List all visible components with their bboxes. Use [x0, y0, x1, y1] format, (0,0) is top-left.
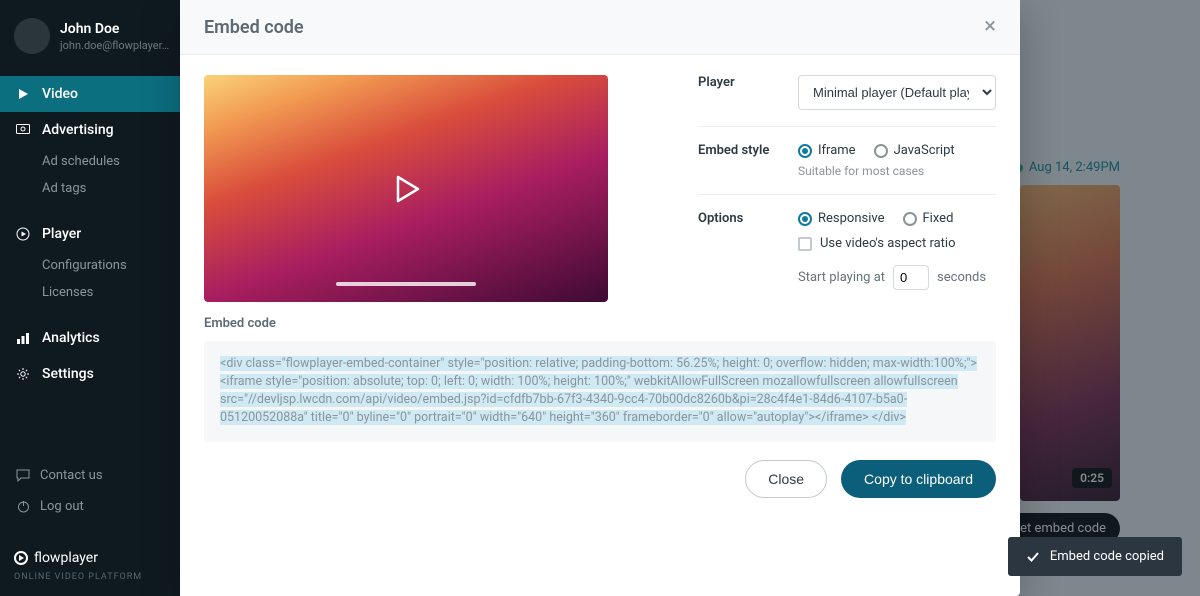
brand-play-icon	[14, 551, 28, 565]
avatar	[14, 18, 50, 54]
embed-code-textarea[interactable]: <div class="flowplayer-embed-container" …	[204, 341, 996, 442]
sidebar-item-player[interactable]: Player	[0, 216, 180, 252]
start-playing-seconds-input[interactable]	[893, 265, 929, 290]
play-icon	[14, 87, 32, 101]
player-label: Player	[698, 75, 798, 110]
close-icon[interactable]: ×	[984, 16, 996, 38]
close-button[interactable]: Close	[745, 460, 827, 498]
sidebar-item-ad-tags[interactable]: Ad tags	[0, 175, 180, 202]
power-icon	[14, 500, 32, 513]
sidebar-item-advertising[interactable]: Advertising	[0, 112, 180, 148]
embed-code-text: <div class="flowplayer-embed-container" …	[220, 356, 977, 425]
toast-notification: Embed code copied	[1008, 537, 1182, 576]
start-playing-pre-label: Start playing at	[798, 270, 885, 285]
radio-icon	[874, 144, 888, 158]
play-overlay-icon[interactable]	[382, 165, 430, 213]
modal-title: Embed code	[204, 17, 304, 38]
option-aspect-ratio-checkbox[interactable]: Use video's aspect ratio	[798, 236, 996, 251]
embed-style-javascript-radio[interactable]: JavaScript	[874, 143, 955, 158]
gear-icon	[14, 367, 32, 381]
radio-label: Fixed	[923, 211, 954, 226]
profile-name: John Doe	[60, 21, 169, 37]
brand-name: flowplayer	[34, 550, 98, 566]
embed-style-hint: Suitable for most cases	[798, 164, 996, 178]
sidebar-item-label: Advertising	[42, 122, 114, 138]
radio-icon	[903, 212, 917, 226]
progress-bar[interactable]	[336, 282, 476, 286]
brand-tagline: ONLINE VIDEO PLATFORM	[14, 572, 166, 582]
sidebar-item-label: Contact us	[40, 468, 103, 483]
chat-icon	[14, 469, 32, 482]
sidebar-item-logout[interactable]: Log out	[14, 491, 166, 522]
radio-icon	[798, 144, 812, 158]
player-icon	[14, 227, 32, 241]
brand-logo: flowplayer	[14, 550, 166, 566]
sidebar-item-configurations[interactable]: Configurations	[0, 252, 180, 279]
sidebar-item-label: Analytics	[42, 330, 100, 346]
sidebar: John Doe john.doe@flowplayer… Video Adve…	[0, 0, 180, 596]
profile-block[interactable]: John Doe john.doe@flowplayer…	[0, 0, 180, 76]
embed-style-label: Embed style	[698, 143, 798, 178]
sidebar-item-label: Settings	[42, 366, 94, 382]
money-icon	[14, 124, 32, 136]
sidebar-item-analytics[interactable]: Analytics	[0, 320, 180, 356]
radio-icon	[798, 212, 812, 226]
radio-label: JavaScript	[894, 143, 955, 158]
checkbox-icon	[798, 237, 812, 251]
start-playing-post-label: seconds	[937, 270, 986, 285]
profile-email: john.doe@flowplayer…	[60, 39, 169, 52]
analytics-icon	[14, 332, 32, 344]
checkbox-label: Use video's aspect ratio	[820, 236, 956, 251]
check-icon	[1026, 551, 1040, 563]
radio-label: Responsive	[818, 211, 885, 226]
copy-to-clipboard-button[interactable]: Copy to clipboard	[841, 460, 996, 498]
sidebar-item-licenses[interactable]: Licenses	[0, 279, 180, 306]
option-responsive-radio[interactable]: Responsive	[798, 211, 885, 226]
sidebar-item-video[interactable]: Video	[0, 76, 180, 112]
embed-style-iframe-radio[interactable]: Iframe	[798, 143, 856, 158]
sidebar-item-settings[interactable]: Settings	[0, 356, 180, 392]
sidebar-item-ad-schedules[interactable]: Ad schedules	[0, 148, 180, 175]
player-select[interactable]: Minimal player (Default player)	[798, 75, 996, 110]
options-label: Options	[698, 211, 798, 290]
option-fixed-radio[interactable]: Fixed	[903, 211, 954, 226]
video-preview[interactable]	[204, 75, 608, 302]
embed-code-label: Embed code	[204, 316, 996, 331]
sidebar-item-label: Log out	[40, 499, 84, 514]
sidebar-item-contact[interactable]: Contact us	[14, 460, 166, 491]
sidebar-item-label: Video	[42, 86, 78, 102]
radio-label: Iframe	[818, 143, 856, 158]
toast-text: Embed code copied	[1050, 549, 1164, 564]
embed-code-modal: Embed code × Player Minimal player (Defa…	[180, 0, 1020, 596]
sidebar-item-label: Player	[42, 226, 81, 242]
